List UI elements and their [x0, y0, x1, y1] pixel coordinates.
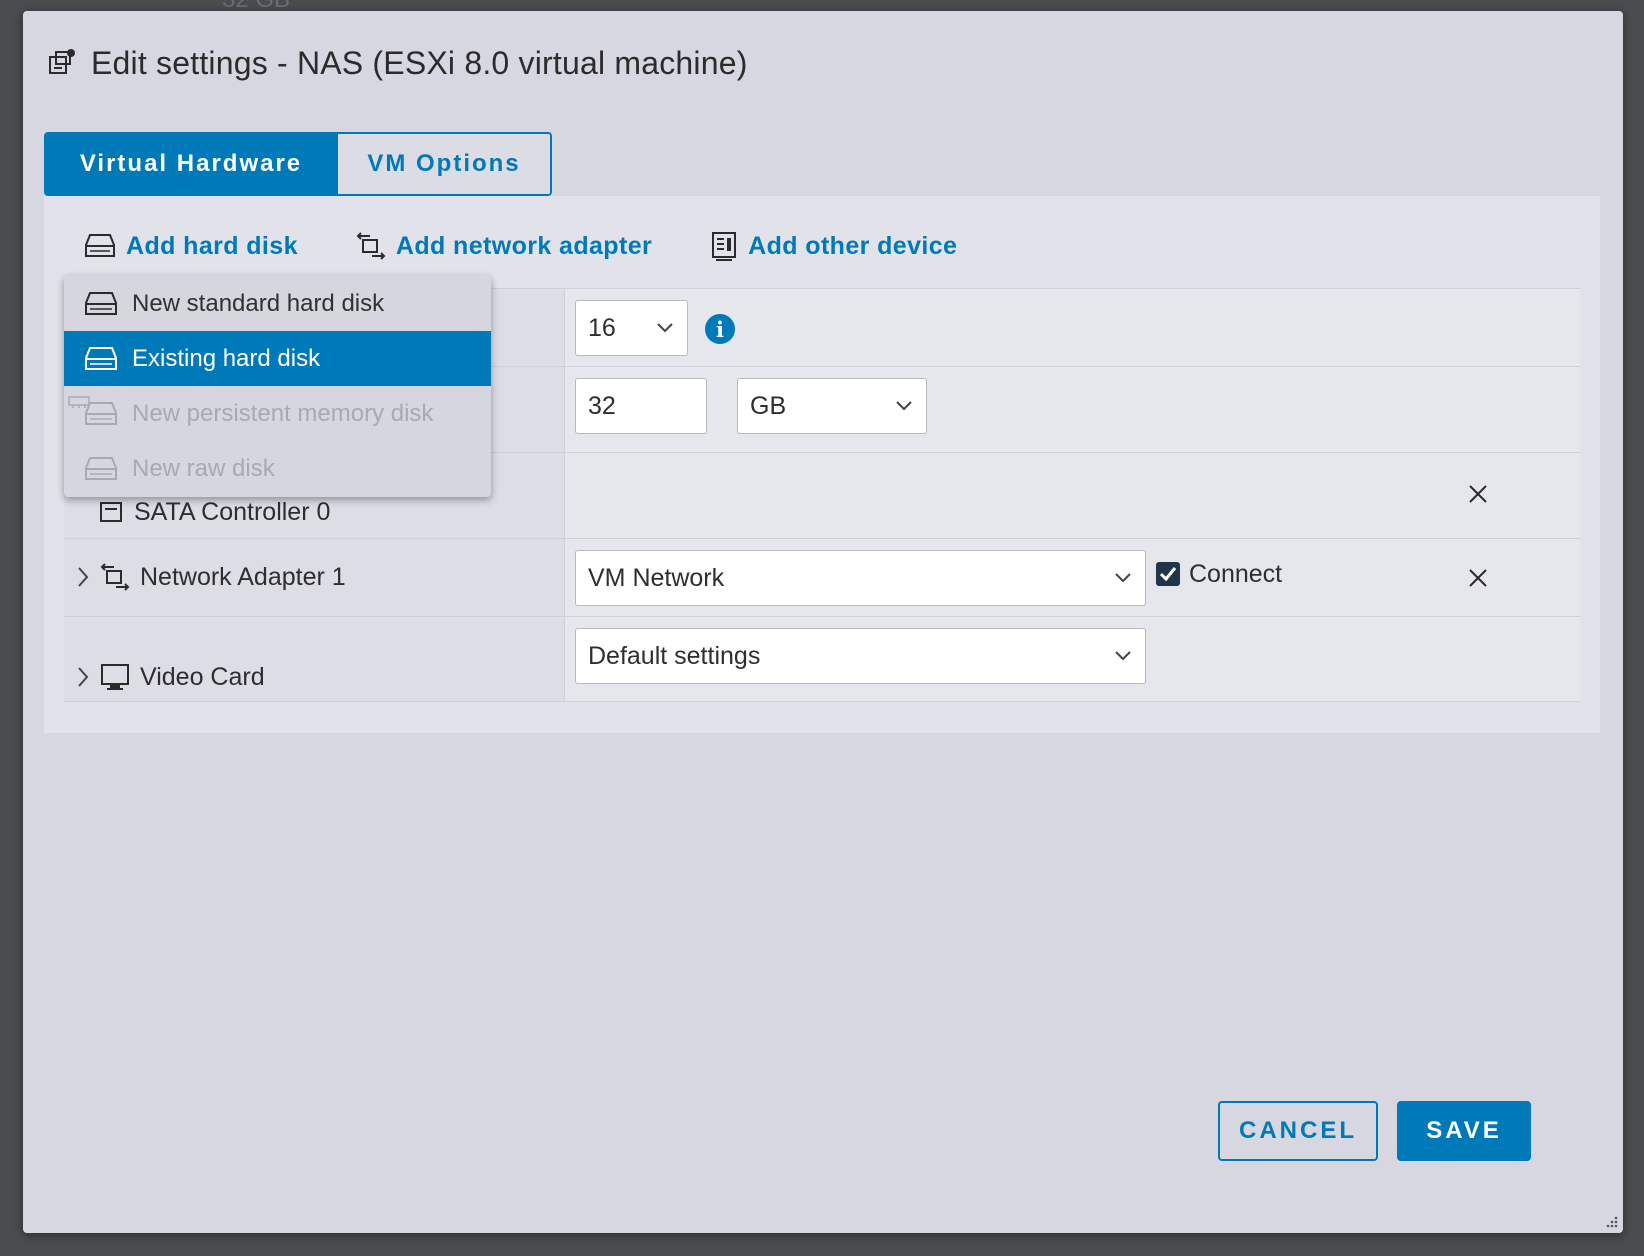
memory-unit-value: GB: [750, 391, 787, 420]
memory-input[interactable]: 32: [575, 378, 707, 434]
other-device-icon: [712, 232, 737, 261]
video-card-label: Video Card: [140, 662, 265, 691]
menu-item-new-persistent-memory-disk: New persistent memory disk: [64, 386, 491, 441]
edit-settings-dialog: Edit settings - NAS (ESXi 8.0 virtual ma…: [23, 11, 1623, 1233]
chevron-down-icon: [896, 401, 912, 411]
checkmark-icon: [1159, 567, 1177, 582]
save-button[interactable]: SAVE: [1397, 1101, 1531, 1161]
sata-controller-label-group: SATA Controller 0: [98, 495, 330, 529]
add-hard-disk-button[interactable]: Add hard disk: [84, 232, 298, 261]
hard-disk-icon: [85, 291, 117, 315]
memory-chip-icon: [68, 396, 90, 408]
chevron-down-icon: [657, 323, 673, 333]
controller-icon: [100, 502, 122, 522]
dialog-header: Edit settings - NAS (ESXi 8.0 virtual ma…: [47, 35, 748, 91]
video-card-label-group[interactable]: Video Card: [76, 659, 265, 695]
add-hard-disk-label: Add hard disk: [126, 231, 298, 260]
memory-unit-select[interactable]: GB: [737, 378, 927, 434]
remove-device-icon[interactable]: [1467, 567, 1489, 589]
add-network-adapter-label: Add network adapter: [395, 231, 653, 260]
tab-virtual-hardware[interactable]: Virtual Hardware: [46, 134, 336, 194]
chevron-down-icon: [1115, 573, 1131, 583]
add-other-device-button[interactable]: Add other device: [710, 231, 957, 261]
resize-grip-icon[interactable]: [1603, 1213, 1619, 1229]
settings-tabs: Virtual Hardware VM Options: [44, 132, 552, 196]
menu-item-existing-hard-disk[interactable]: Existing hard disk: [64, 331, 491, 386]
cpu-select[interactable]: 16: [575, 300, 688, 356]
chevron-right-icon[interactable]: [76, 666, 90, 688]
video-settings-value: Default settings: [588, 641, 761, 670]
hardware-toolbar: Add hard disk Add network adapter Add ot…: [84, 226, 1015, 266]
network-select-value: VM Network: [588, 563, 725, 592]
menu-item-label: New standard hard disk: [132, 289, 385, 317]
cpu-select-value: 16: [588, 313, 616, 342]
sata-controller-label: SATA Controller 0: [134, 497, 331, 526]
menu-item-label: New raw disk: [132, 454, 275, 482]
add-other-device-label: Add other device: [748, 231, 958, 260]
connect-checkbox[interactable]: [1156, 562, 1180, 586]
tab-vm-options[interactable]: VM Options: [336, 134, 550, 194]
network-adapter-label: Network Adapter 1: [140, 562, 346, 591]
chevron-down-icon: [1115, 651, 1131, 661]
menu-item-new-standard-hard-disk[interactable]: New standard hard disk: [64, 276, 491, 331]
hard-disk-icon: [85, 234, 115, 257]
remove-device-icon[interactable]: [1467, 483, 1489, 505]
add-hard-disk-menu: New standard hard disk Existing hard dis…: [64, 275, 491, 497]
network-adapter-label-group[interactable]: Network Adapter 1: [76, 559, 346, 595]
info-icon[interactable]: i: [705, 314, 735, 344]
monitor-icon: [101, 664, 129, 690]
hard-disk-icon: [85, 456, 117, 480]
network-select[interactable]: VM Network: [575, 550, 1146, 606]
video-card-row: Video Card Default settings: [64, 616, 1580, 702]
video-settings-select[interactable]: Default settings: [575, 628, 1146, 684]
cancel-button[interactable]: CANCEL: [1218, 1101, 1378, 1161]
network-adapter-icon: [100, 563, 130, 591]
add-network-adapter-button[interactable]: Add network adapter: [356, 232, 652, 261]
connect-label: Connect: [1189, 560, 1283, 588]
menu-item-new-raw-disk: New raw disk: [64, 441, 491, 496]
memory-value: 32: [588, 391, 616, 420]
network-adapter-icon: [356, 232, 386, 260]
network-adapter-row: Network Adapter 1 VM Network Connect: [64, 538, 1580, 616]
chevron-right-icon[interactable]: [76, 566, 90, 588]
dialog-title: Edit settings - NAS (ESXi 8.0 virtual ma…: [91, 44, 748, 81]
vm-settings-icon: [49, 49, 75, 74]
hard-disk-icon: [85, 346, 117, 370]
menu-item-label: Existing hard disk: [132, 344, 321, 372]
menu-item-label: New persistent memory disk: [132, 399, 434, 427]
